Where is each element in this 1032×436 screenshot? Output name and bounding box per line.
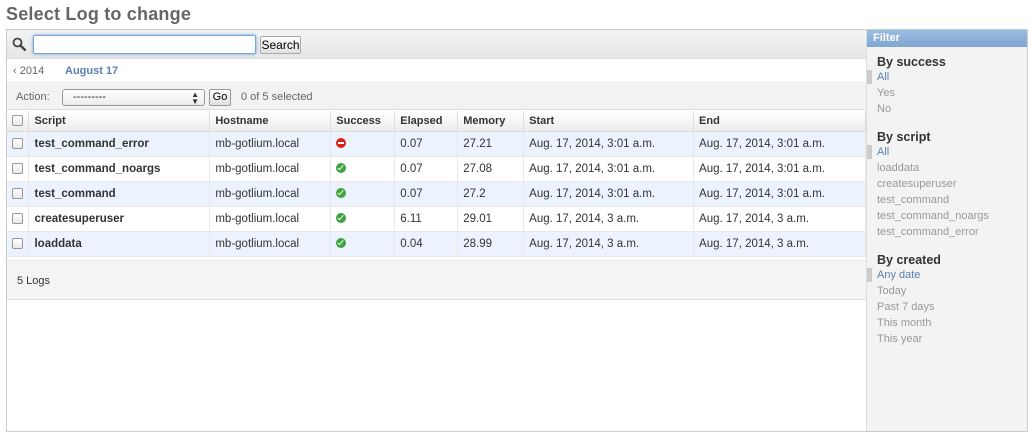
select-all-checkbox[interactable] [12, 115, 23, 127]
search-icon [12, 37, 26, 51]
search-input[interactable] [33, 35, 256, 54]
search-toolbar: Search [7, 30, 866, 59]
start-cell: Aug. 17, 2014, 3:01 a.m. [523, 156, 695, 182]
script-link[interactable]: createsuperuser [28, 206, 211, 232]
filter-option[interactable]: Today [867, 283, 941, 299]
filter-option[interactable]: test_command [867, 192, 989, 208]
filter-option[interactable]: Past 7 days [867, 299, 941, 315]
column-header-script[interactable]: Script [28, 111, 211, 132]
filter-group-title: By success [877, 55, 946, 69]
hostname-cell: mb-gotlium.local [209, 231, 332, 257]
search-button[interactable]: Search [260, 36, 301, 54]
table-row: test_command_noargs mb-gotlium.local 0.0… [7, 156, 866, 182]
hostname-cell: mb-gotlium.local [209, 131, 332, 157]
filter-option[interactable]: All [867, 69, 946, 85]
memory-cell: 27.08 [457, 156, 525, 182]
filter-option[interactable]: Yes [867, 85, 946, 101]
action-select[interactable]: --------- ▲ ▼ [62, 89, 205, 106]
start-cell: Aug. 17, 2014, 3:01 a.m. [523, 131, 695, 157]
memory-cell: 27.2 [457, 181, 525, 207]
select-all-cell[interactable] [7, 111, 30, 132]
row-checkbox[interactable] [12, 237, 23, 249]
check-icon [336, 163, 347, 174]
selection-count: 0 of 5 selected [241, 91, 313, 103]
filter-option[interactable]: Any date [867, 267, 941, 283]
filter-group-title: By created [877, 253, 941, 267]
error-icon [336, 138, 347, 149]
column-header-memory[interactable]: Memory [457, 111, 525, 132]
filter-group-script: By script All loaddata createsuperuser t… [867, 130, 989, 240]
start-cell: Aug. 17, 2014, 3 a.m. [523, 231, 695, 257]
column-header-start[interactable]: Start [523, 111, 695, 132]
check-icon [336, 188, 347, 199]
end-cell: Aug. 17, 2014, 3 a.m. [693, 206, 866, 232]
elapsed-cell: 0.07 [394, 181, 459, 207]
script-link[interactable]: test_command_error [28, 131, 211, 157]
filter-option[interactable]: This month [867, 315, 941, 331]
result-count: 5 Logs [17, 275, 51, 287]
page-title: Select Log to change [6, 4, 192, 24]
filter-sidebar: Filter By success All Yes No By script A… [866, 30, 1027, 431]
filter-option[interactable]: No [867, 101, 946, 117]
check-icon [336, 238, 347, 249]
column-header-end[interactable]: End [693, 111, 866, 132]
table-row: test_command_error mb-gotlium.local 0.07… [7, 131, 866, 157]
column-header-hostname[interactable]: Hostname [209, 111, 332, 132]
hostname-cell: mb-gotlium.local [209, 206, 332, 232]
row-checkbox[interactable] [12, 137, 23, 149]
table-row: loaddata mb-gotlium.local 0.04 28.99 Aug… [7, 231, 866, 257]
start-cell: Aug. 17, 2014, 3 a.m. [523, 206, 695, 232]
elapsed-cell: 0.07 [394, 131, 459, 157]
changelist: Search ‹ 2014 August 17 Action: --------… [6, 29, 1028, 432]
filter-option[interactable]: test_command_error [867, 224, 989, 240]
filter-option[interactable]: test_command_noargs [867, 208, 989, 224]
go-button[interactable]: Go [209, 89, 231, 106]
action-select-value: --------- [73, 91, 106, 103]
results-table: Script Hostname Success Elapsed Memory S… [7, 111, 866, 257]
date-hierarchy: ‹ 2014 August 17 [7, 60, 866, 83]
end-cell: Aug. 17, 2014, 3:01 a.m. [693, 131, 866, 157]
actions-bar: Action: --------- ▲ ▼ Go 0 of 5 selected [7, 84, 866, 110]
filter-group-title: By script [877, 130, 931, 144]
date-back-link[interactable]: ‹ 2014 [13, 65, 44, 77]
check-icon [336, 213, 347, 224]
date-current[interactable]: August 17 [65, 65, 118, 77]
end-cell: Aug. 17, 2014, 3:01 a.m. [693, 181, 866, 207]
table-header-row: Script Hostname Success Elapsed Memory S… [7, 111, 866, 132]
filter-option[interactable]: All [867, 144, 989, 160]
filter-option[interactable]: loaddata [867, 160, 989, 176]
filter-option[interactable]: This year [867, 331, 941, 347]
memory-cell: 27.21 [457, 131, 525, 157]
script-link[interactable]: loaddata [28, 231, 211, 257]
select-arrows-icon: ▲ ▼ [191, 90, 199, 106]
column-header-elapsed[interactable]: Elapsed [394, 111, 459, 132]
elapsed-cell: 6.11 [394, 206, 459, 232]
start-cell: Aug. 17, 2014, 3:01 a.m. [523, 181, 695, 207]
column-header-success[interactable]: Success [330, 111, 396, 132]
script-link[interactable]: test_command [28, 181, 211, 207]
filter-group-success: By success All Yes No [867, 55, 946, 117]
memory-cell: 29.01 [457, 206, 525, 232]
row-checkbox[interactable] [12, 212, 23, 224]
row-checkbox[interactable] [12, 187, 23, 199]
end-cell: Aug. 17, 2014, 3 a.m. [693, 231, 866, 257]
hostname-cell: mb-gotlium.local [209, 156, 332, 182]
elapsed-cell: 0.04 [394, 231, 459, 257]
script-link[interactable]: test_command_noargs [28, 156, 211, 182]
filter-header: Filter [867, 30, 1027, 47]
table-row: createsuperuser mb-gotlium.local 6.11 29… [7, 206, 866, 232]
elapsed-cell: 0.07 [394, 156, 459, 182]
row-checkbox[interactable] [12, 162, 23, 174]
filter-group-created: By created Any date Today Past 7 days Th… [867, 253, 941, 347]
memory-cell: 28.99 [457, 231, 525, 257]
filter-option[interactable]: createsuperuser [867, 176, 989, 192]
hostname-cell: mb-gotlium.local [209, 181, 332, 207]
paginator: 5 Logs [7, 260, 866, 300]
action-label: Action: [16, 91, 50, 103]
end-cell: Aug. 17, 2014, 3:01 a.m. [693, 156, 866, 182]
table-row: test_command mb-gotlium.local 0.07 27.2 … [7, 181, 866, 207]
